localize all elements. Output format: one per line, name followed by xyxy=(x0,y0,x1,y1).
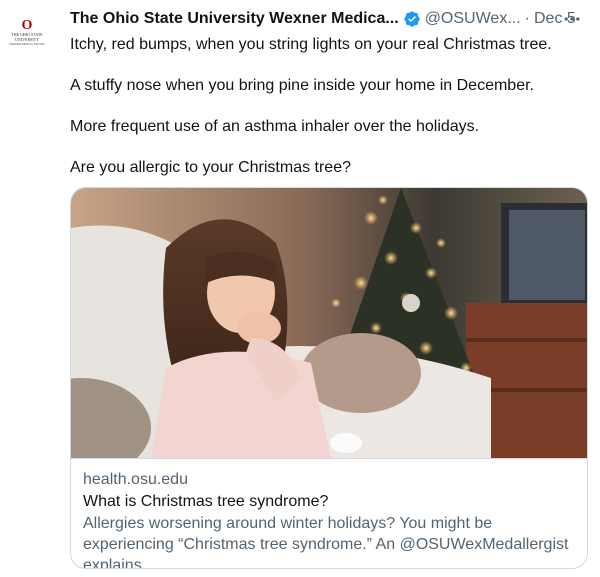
card-title: What is Christmas tree syndrome? xyxy=(83,493,329,510)
more-horizontal-icon xyxy=(564,17,580,21)
tweet-paragraph: Are you allergic to your Christmas tree? xyxy=(70,159,351,176)
osu-logo-icon: O THE OHIO STATE UNIVERSITY WEXNER MEDIC… xyxy=(2,10,52,60)
tweet-text: Itchy, red bumps, when you string lights… xyxy=(70,34,580,178)
display-name[interactable]: The Ohio State University Wexner Medica.… xyxy=(70,10,399,28)
link-card[interactable]: health.osu.edu What is Christmas tree sy… xyxy=(70,187,588,569)
photo-girl-coughing-christmas-tree xyxy=(71,188,587,458)
avatar[interactable]: O THE OHIO STATE UNIVERSITY WEXNER MEDIC… xyxy=(2,10,52,60)
card-body: health.osu.edu What is Christmas tree sy… xyxy=(83,469,575,569)
tweet-paragraph: Itchy, red bumps, when you string lights… xyxy=(70,36,552,53)
handle[interactable]: @OSUWex... xyxy=(425,10,521,28)
logo-line-3: WEXNER MEDICAL CENTER xyxy=(10,42,45,46)
verified-badge-icon xyxy=(404,11,420,27)
tweet-header: The Ohio State University Wexner Medica.… xyxy=(70,8,586,30)
separator-dot: · xyxy=(524,10,530,27)
more-options-button[interactable] xyxy=(558,8,586,30)
card-domain: health.osu.edu xyxy=(83,471,188,488)
logo-mark: O xyxy=(22,18,33,33)
tweet-paragraph: A stuffy nose when you bring pine inside… xyxy=(70,77,534,94)
card-image[interactable] xyxy=(71,188,587,459)
logo-line-2: UNIVERSITY xyxy=(15,37,39,42)
tweet-paragraph: More frequent use of an asthma inhaler o… xyxy=(70,118,480,135)
tweet[interactable]: O THE OHIO STATE UNIVERSITY WEXNER MEDIC… xyxy=(0,0,600,577)
card-description: Allergies worsening around winter holida… xyxy=(83,515,569,569)
